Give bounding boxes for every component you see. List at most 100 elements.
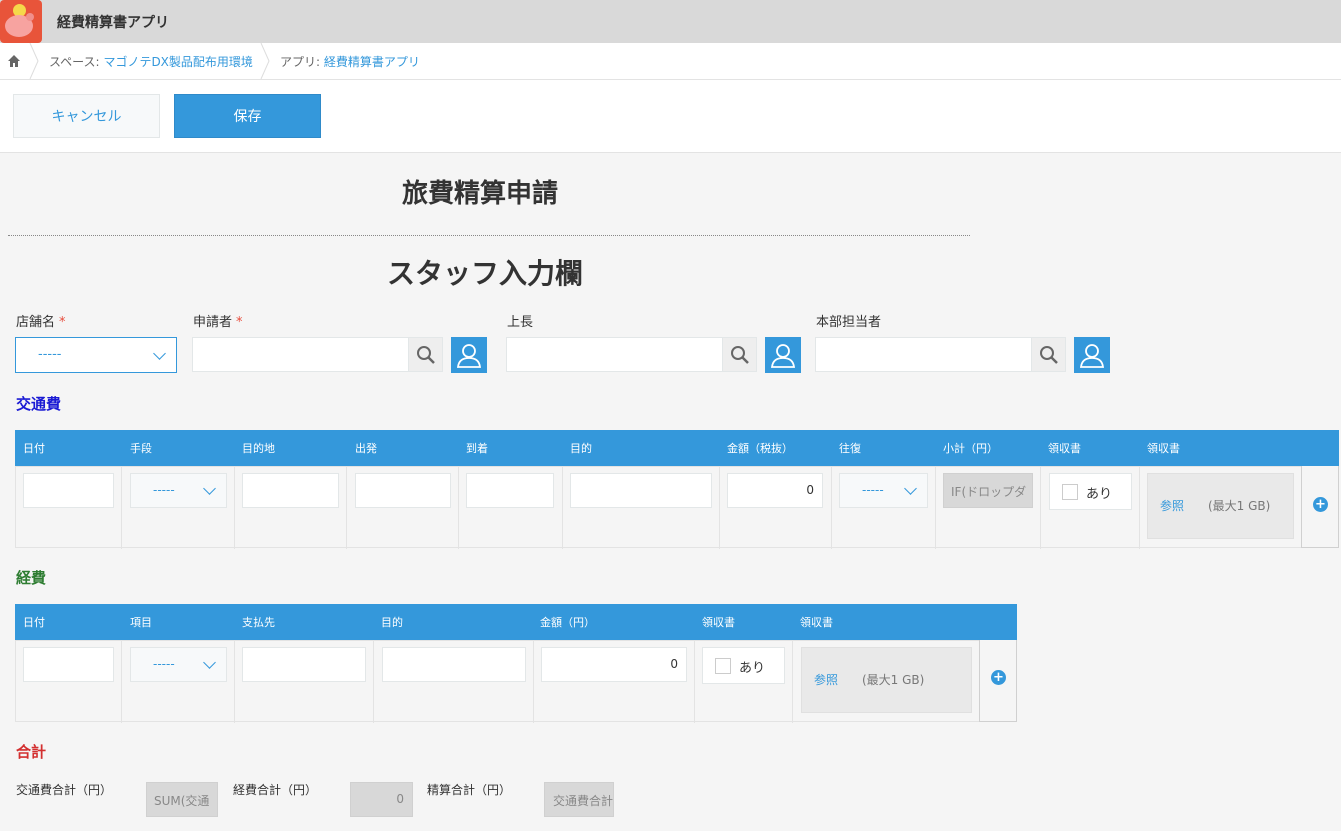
piggy-bank-icon	[0, 0, 42, 43]
app-title: 経費精算書アプリ	[57, 15, 169, 31]
transport-section-title: 交通費	[16, 395, 62, 413]
search-icon	[416, 345, 435, 364]
form-title: 旅費精算申請	[402, 179, 559, 209]
breadcrumb-space-link[interactable]: マゴノテDX製品配布用環境	[103, 55, 252, 69]
chevron-down-icon	[203, 656, 216, 669]
transport-receipt-upload: 参照 (最大1 GB)	[1147, 473, 1294, 539]
breadcrumb-app[interactable]: アプリ: 経費精算書アプリ	[280, 53, 420, 70]
browse-link[interactable]: 参照	[814, 671, 838, 688]
transport-means-dropdown[interactable]: -----	[130, 473, 227, 508]
column-header: 領収書	[1048, 442, 1081, 455]
transport-date-input[interactable]	[23, 473, 114, 508]
expense-section-title: 経費	[16, 569, 47, 587]
breadcrumb-app-link[interactable]: 経費精算書アプリ	[324, 55, 420, 69]
column-header: 日付	[23, 616, 45, 629]
boss-search-button[interactable]	[722, 337, 757, 372]
column-header: 小計（円）	[943, 442, 998, 455]
search-icon	[730, 345, 749, 364]
column-header: 支払先	[242, 616, 275, 629]
expense-total-label: 経費合計（円）	[233, 783, 318, 797]
settle-total-field: 交通費合計	[544, 782, 614, 817]
user-icon	[1079, 344, 1105, 368]
required-mark: *	[236, 315, 243, 330]
transport-table-header: 日付 手段 目的地 出発 到着 目的 金額（税抜） 往復 小計（円） 領収書 領…	[15, 430, 1339, 466]
column-header: 手段	[130, 442, 152, 455]
transport-total-label: 交通費合計（円）	[16, 783, 113, 797]
column-header: 領収書	[800, 616, 833, 629]
expense-total-field: 0	[350, 782, 413, 817]
column-header: 項目	[130, 616, 152, 629]
expense-date-input[interactable]	[23, 647, 114, 682]
chevron-down-icon	[153, 347, 166, 360]
column-header: 出発	[355, 442, 377, 455]
settle-total-label: 精算合計（円）	[427, 783, 512, 797]
breadcrumb: スペース: マゴノテDX製品配布用環境 アプリ: 経費精算書アプリ	[0, 43, 1341, 80]
column-header: 領収書	[1147, 442, 1180, 455]
hq-label: 本部担当者	[816, 315, 882, 330]
applicant-label: 申請者 *	[193, 315, 243, 330]
cancel-button[interactable]: キャンセル	[13, 94, 160, 138]
form-subtitle: スタッフ入力欄	[387, 257, 584, 290]
expense-purpose-input[interactable]	[382, 647, 526, 682]
add-row-icon[interactable]: +	[1313, 497, 1328, 512]
column-header: 金額（円）	[540, 616, 595, 629]
column-header: 金額（税抜）	[727, 442, 793, 455]
user-icon	[456, 344, 482, 368]
required-mark: *	[59, 315, 66, 330]
expense-add-row-cell: +	[979, 640, 1017, 722]
save-button[interactable]: 保存	[174, 94, 321, 138]
boss-label: 上長	[507, 315, 534, 330]
hq-user-button[interactable]	[1074, 337, 1110, 373]
column-header: 目的	[570, 442, 592, 455]
max-size-note: (最大1 GB)	[1208, 499, 1271, 513]
expense-amount-input[interactable]: 0	[541, 647, 687, 682]
column-header: 到着	[466, 442, 488, 455]
max-size-note: (最大1 GB)	[862, 673, 925, 687]
expense-table-header: 日付 項目 支払先 目的 金額（円） 領収書 領収書	[15, 604, 1017, 640]
store-dropdown[interactable]: -----	[15, 337, 177, 373]
home-icon[interactable]	[7, 54, 21, 68]
hq-input[interactable]	[815, 337, 1032, 372]
receipt-checkbox[interactable]	[715, 658, 731, 674]
toolbar: キャンセル 保存	[0, 80, 1341, 153]
hq-search-button[interactable]	[1031, 337, 1066, 372]
user-icon	[770, 344, 796, 368]
transport-add-row-cell: +	[1301, 466, 1339, 548]
applicant-input[interactable]	[192, 337, 409, 372]
transport-amount-input[interactable]: 0	[727, 473, 823, 508]
transport-destination-input[interactable]	[242, 473, 339, 508]
expense-item-dropdown[interactable]: -----	[130, 647, 227, 682]
applicant-search-button[interactable]	[408, 337, 443, 372]
divider	[8, 235, 970, 236]
transport-subtotal-field: IF(ドロップダ	[943, 473, 1033, 508]
column-header: 往復	[839, 442, 861, 455]
transport-arrival-input[interactable]	[466, 473, 554, 508]
column-header: 目的	[381, 616, 403, 629]
column-header: 領収書	[702, 616, 735, 629]
transport-total-field: SUM(交通	[146, 782, 218, 817]
breadcrumb-space[interactable]: スペース: マゴノテDX製品配布用環境	[49, 53, 253, 70]
boss-input[interactable]	[506, 337, 723, 372]
store-label: 店舗名 *	[16, 315, 66, 330]
boss-user-button[interactable]	[765, 337, 801, 373]
totals-section-title: 合計	[16, 743, 47, 761]
transport-departure-input[interactable]	[355, 473, 451, 508]
chevron-down-icon	[203, 482, 216, 495]
receipt-checkbox[interactable]	[1062, 484, 1078, 500]
browse-link[interactable]: 参照	[1160, 497, 1184, 514]
applicant-user-button[interactable]	[451, 337, 487, 373]
expense-receipt-upload: 参照 (最大1 GB)	[801, 647, 972, 713]
app-header: 経費精算書アプリ	[0, 0, 1341, 43]
column-header: 目的地	[242, 442, 275, 455]
add-row-icon[interactable]: +	[991, 670, 1006, 685]
transport-roundtrip-dropdown[interactable]: -----	[839, 473, 928, 508]
expense-payee-input[interactable]	[242, 647, 366, 682]
breadcrumb-separator	[260, 43, 270, 79]
transport-purpose-input[interactable]	[570, 473, 712, 508]
chevron-down-icon	[904, 482, 917, 495]
expense-receipt-checkbox-group[interactable]: あり	[702, 647, 785, 684]
search-icon	[1039, 345, 1058, 364]
transport-receipt-checkbox-group[interactable]: あり	[1049, 473, 1132, 510]
breadcrumb-separator	[29, 43, 39, 79]
column-header: 日付	[23, 442, 45, 455]
